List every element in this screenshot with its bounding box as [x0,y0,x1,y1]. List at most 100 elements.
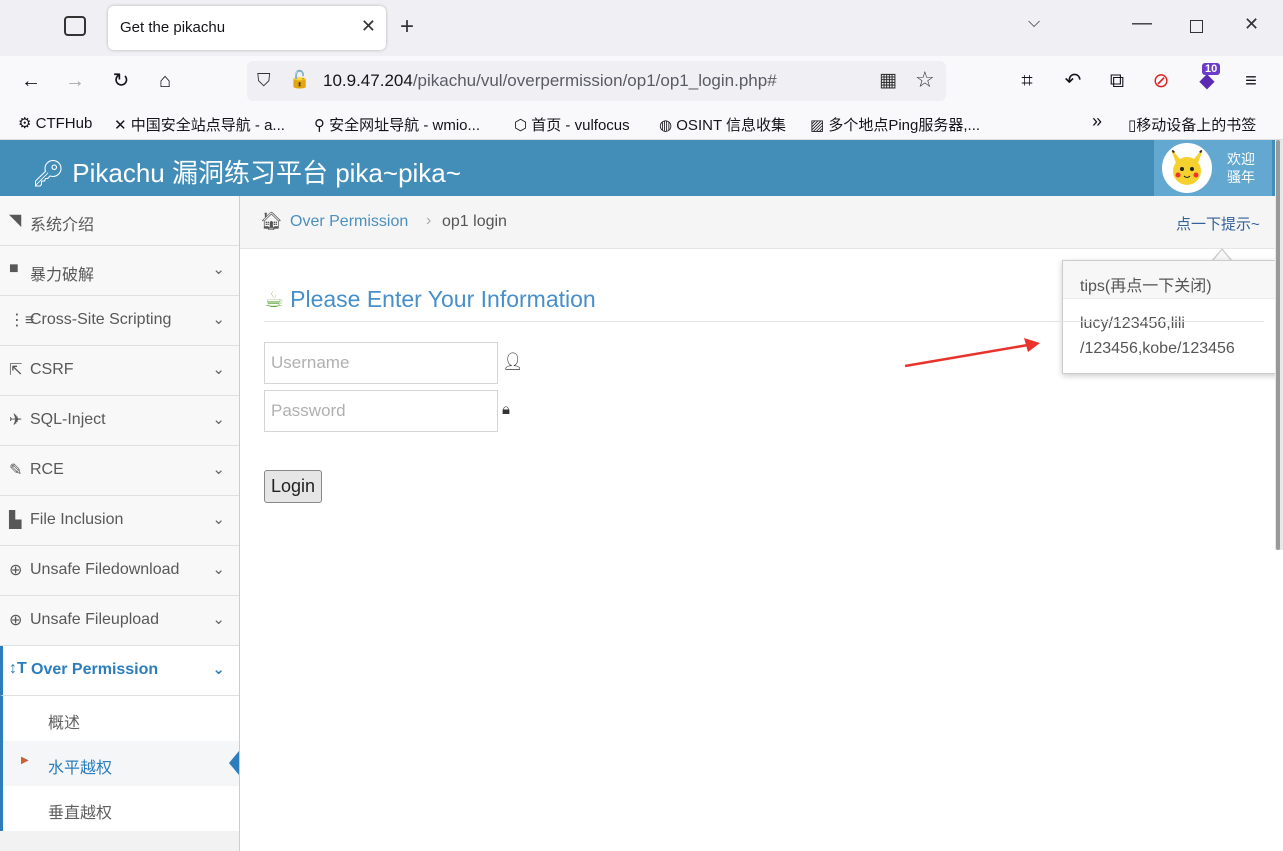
blocker-icon[interactable]: ⊘ [1146,68,1176,94]
avatar [1162,143,1212,193]
chevron-down-icon: ⌄ [212,361,225,378]
sidebar-item-over-permission[interactable]: ↕T Over Permission ⌄ [0,646,239,696]
breadcrumb: 🏠︎ Over Permission › op1 login 点一下提示~ [240,196,1283,249]
pikachu-avatar-icon [1170,147,1204,185]
caret-right-icon: ▶ [21,755,29,766]
welcome-text: 欢迎 骚年 [1227,151,1255,185]
home-icon[interactable]: 🏠︎ [260,211,283,232]
sidebar-item-filedownload[interactable]: ⊕ Unsafe Filedownload ⌄ [0,546,239,596]
breadcrumb-parent-link[interactable]: Over Permission [290,213,408,231]
back-icon[interactable]: ← [16,68,46,94]
user-menu[interactable]: 欢迎 骚年 [1154,140,1272,196]
bookmark-ctfhub[interactable]: ⚙ CTFHub [18,114,92,132]
sidebar-subitem-overview[interactable]: 概述 [0,696,239,741]
sidebar-item-bruteforce[interactable]: ■ 暴力破解 ⌄ [0,246,239,296]
bookmarks-overflow-icon[interactable]: » [1092,111,1102,132]
chevron-down-icon: ⌄ [212,461,225,478]
new-tab-icon[interactable]: + [400,13,414,41]
browser-tab[interactable]: Get the pikachu ✕ [108,6,386,50]
chevron-down-icon: ⌄ [212,261,225,278]
sidebar-item-file-inclusion[interactable]: ▙ File Inclusion ⌄ [0,496,239,546]
insecure-lock-icon[interactable]: 🔓 [289,70,310,90]
coffee-icon: ☕︎ [264,287,284,312]
chevron-down-icon: ⌄ [212,511,225,528]
web-page: 🔑︎ Pikachu 漏洞练习平台 pika~pika~ 欢迎 骚年 ◥ 系统介… [0,140,1283,851]
user-icon: 👤︎ [502,352,524,371]
sidebar-item-sqli[interactable]: ✈ SQL-Inject ⌄ [0,396,239,446]
hint-link[interactable]: 点一下提示~ [1176,213,1260,234]
tips-body: lucy/123456,lili /123456,kobe/123456 [1080,315,1235,357]
file-icon: ▙ [9,512,22,529]
annotation-arrow-icon [904,338,1040,368]
close-tab-icon[interactable]: ✕ [361,16,376,37]
qr-code-icon[interactable]: ▦ [879,69,897,92]
lock-icon: 🔒︎ [502,401,510,418]
tips-popover-header: tips(再点一下关闭) [1063,261,1279,299]
bookmarks-bar: ⚙ CTFHub ✕ 中国安全站点导航 - a... ⚲ 安全网址导航 - wm… [0,106,1283,140]
breadcrumb-current: op1 login [442,213,507,230]
sidebar-item-fileupload[interactable]: ⊕ Unsafe Fileupload ⌄ [0,596,239,646]
url-text[interactable]: 10.9.47.204/pikachu/vul/overpermission/o… [323,71,777,91]
username-input[interactable] [264,342,498,384]
bookmark-wmiok[interactable]: ⚲ 安全网址导航 - wmio... [314,114,480,135]
active-indicator [229,751,239,775]
chevron-down-icon: ⌄ [212,311,225,328]
tab-overview-icon[interactable] [64,16,86,36]
mobile-bookmarks[interactable]: ▯移动设备上的书签 [1128,114,1256,135]
sidebar: ◥ 系统介绍 ■ 暴力破解 ⌄ ⋮≡ Cross-Site Scripting … [0,196,240,851]
download-icon: ⊕ [9,562,23,579]
brand-title[interactable]: 🔑︎ Pikachu 漏洞练习平台 pika~pika~ [32,153,461,190]
home-icon[interactable]: ⌂ [150,68,180,94]
undo-icon[interactable]: ↶ [1058,68,1088,94]
sidebar-item-xss[interactable]: ⋮≡ Cross-Site Scripting ⌄ [0,296,239,346]
sidebar-subitem-horizontal[interactable]: ▶ 水平越权 [0,741,239,786]
app-header: 🔑︎ Pikachu 漏洞练习平台 pika~pika~ 欢迎 骚年 [0,140,1283,196]
bookmark-osint[interactable]: ◍ OSINT 信息收集 [659,114,786,135]
sidebar-item-rce[interactable]: ✎ RCE ⌄ [0,446,239,496]
bookmark-security-nav[interactable]: ✕ 中国安全站点导航 - a... [114,114,285,135]
upload-icon: ⊕ [9,612,23,629]
browser-tab-bar: Get the pikachu ✕ + ⌵ — ✕ [0,0,1283,56]
menu-icon[interactable]: ≡ [1236,68,1266,94]
bookmark-star-icon[interactable]: ☆ [915,67,935,93]
form-title: ☕︎ Please Enter Your Information [264,286,596,312]
url-bar[interactable]: ⛉ 🔓 10.9.47.204/pikachu/vul/overpermissi… [247,61,946,101]
key-icon: 🔑︎ [32,158,66,188]
tab-title: Get the pikachu [120,19,226,36]
chevron-down-icon: ⌄ [212,411,225,428]
bookmark-ping[interactable]: ▨ 多个地点Ping服务器,... [810,114,980,135]
reload-icon[interactable]: ↻ [106,68,136,94]
browser-nav-bar: ← → ↻ ⌂ ⛉ 🔓 10.9.47.204/pikachu/vul/over… [0,56,1283,106]
bookmark-vulfocus[interactable]: ⬡ 首页 - vulfocus [514,114,630,135]
minimize-icon[interactable]: — [1132,12,1152,35]
lock-icon: ■ [9,260,19,277]
text-height-icon: ↕T [9,660,27,677]
plane-icon: ✈ [9,412,23,429]
extension-badge-count: 10 [1202,63,1221,75]
crop-icon[interactable]: ⌗ [1012,68,1042,94]
scrollbar[interactable] [1275,140,1283,550]
close-window-icon[interactable]: ✕ [1244,14,1259,35]
share-icon: ⇱ [9,362,23,379]
pencil-icon: ✎ [9,462,23,479]
login-button[interactable]: Login [264,470,322,503]
tab-list-chevron-icon[interactable]: ⌵ [1028,14,1040,32]
maximize-icon[interactable] [1190,20,1203,33]
form-title-divider [264,321,1264,322]
breadcrumb-separator-icon: › [426,212,432,229]
tags-icon: ◥ [9,212,22,229]
scrollbar-thumb[interactable] [1276,140,1280,550]
chevron-down-icon: ⌄ [212,661,225,678]
tips-popover[interactable]: tips(再点一下关闭) lucy/123456,lili /123456,ko… [1062,260,1280,374]
list-icon: ⋮≡ [9,312,35,329]
extensions-icon[interactable]: ⧉ [1102,68,1132,94]
shield-icon[interactable]: ⛉ [257,70,271,91]
sidebar-item-csrf[interactable]: ⇱ CSRF ⌄ [0,346,239,396]
chevron-down-icon: ⌄ [212,611,225,628]
sidebar-item-intro[interactable]: ◥ 系统介绍 [0,196,239,246]
forward-icon[interactable]: → [60,68,90,94]
password-input[interactable] [264,390,498,432]
chevron-down-icon: ⌄ [212,561,225,578]
tips-title: tips(再点一下关闭) [1080,278,1212,295]
sidebar-subitem-vertical[interactable]: 垂直越权 [0,786,239,831]
